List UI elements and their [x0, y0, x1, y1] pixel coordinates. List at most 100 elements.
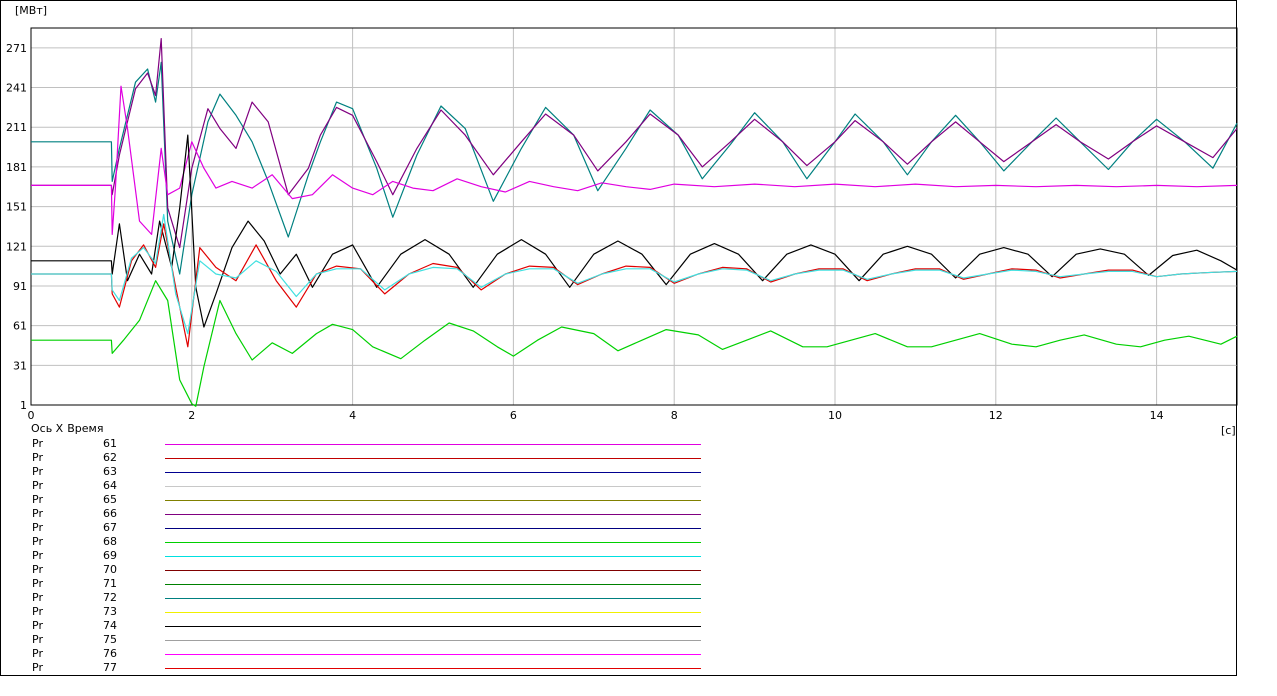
- legend-axis-label: Ось X: [31, 422, 64, 435]
- y-tick-label: 181: [6, 161, 27, 174]
- x-tick-label: 4: [349, 409, 356, 422]
- legend-item-var: Pr: [32, 633, 43, 646]
- legend-item-var: Pr: [32, 507, 43, 520]
- legend-item: Pr 62: [0, 451, 720, 465]
- legend-item-swatch: [165, 626, 701, 627]
- legend-item: Pr 64: [0, 479, 720, 493]
- legend-item-number: 63: [103, 465, 117, 478]
- legend-item-swatch: [165, 584, 701, 585]
- legend-item-number: 65: [103, 493, 117, 506]
- legend-item-var: Pr: [32, 465, 43, 478]
- legend-item-number: 69: [103, 549, 117, 562]
- legend-item-swatch: [165, 458, 701, 459]
- series-line: [31, 134, 1238, 328]
- legend-item-var: Pr: [32, 605, 43, 618]
- legend-item-swatch: [165, 612, 701, 613]
- legend-item-var: Pr: [32, 563, 43, 576]
- legend-item-number: 67: [103, 521, 117, 534]
- y-tick-label: 31: [13, 359, 27, 372]
- y-tick-labels: 271 241 211 181 151 121 91 61 31 1: [6, 42, 27, 412]
- legend-item-var: Pr: [32, 661, 43, 674]
- legend-item-var: Pr: [32, 549, 43, 562]
- legend-item-swatch: [165, 654, 701, 655]
- y-tick-label: 241: [6, 82, 27, 95]
- legend-item: Pr 65: [0, 493, 720, 507]
- x-tick-label: 12: [989, 409, 1003, 422]
- legend-item-swatch: [165, 570, 701, 571]
- legend-item-swatch: [165, 668, 701, 669]
- legend-item-swatch: [165, 598, 701, 599]
- legend-item-swatch: [165, 444, 701, 445]
- legend-item-number: 73: [103, 605, 117, 618]
- legend-item-swatch: [165, 500, 701, 501]
- y-tick-label: 121: [6, 240, 27, 253]
- legend-item: Pr 63: [0, 465, 720, 479]
- legend-item: Pr 69: [0, 549, 720, 563]
- legend-item-var: Pr: [32, 479, 43, 492]
- y-tick-label: 271: [6, 42, 27, 55]
- series-layer: [31, 37, 1238, 407]
- y-axis-label: [МВт]: [15, 4, 47, 17]
- legend-item-var: Pr: [32, 591, 43, 604]
- legend-item: Pr 77: [0, 661, 720, 675]
- legend-item: Pr 74: [0, 619, 720, 633]
- legend-item-number: 62: [103, 451, 117, 464]
- y-tick-label: 211: [6, 121, 27, 134]
- legend-item-swatch: [165, 472, 701, 473]
- series-line: [31, 213, 1238, 335]
- x-tick-label: 6: [510, 409, 517, 422]
- legend-item-number: 72: [103, 591, 117, 604]
- y-tick-label: 91: [13, 280, 27, 293]
- legend-item-number: 71: [103, 577, 117, 590]
- legend-item-var: Pr: [32, 647, 43, 660]
- legend-header: Ось X Время: [31, 422, 107, 436]
- legend-item-swatch: [165, 542, 701, 543]
- legend-item-number: 77: [103, 661, 117, 674]
- x-tick-label: 14: [1150, 409, 1164, 422]
- legend-item: Pr 61: [0, 437, 720, 451]
- x-tick-label: 8: [671, 409, 678, 422]
- x-tick-label: 2: [188, 409, 195, 422]
- y-tick-label: 61: [13, 320, 27, 333]
- legend-item-var: Pr: [32, 493, 43, 506]
- legend-item: Pr 70: [0, 563, 720, 577]
- series-line: [31, 223, 1238, 348]
- y-tick-label: 1: [20, 399, 27, 412]
- legend-item: Pr 67: [0, 521, 720, 535]
- legend-item: Pr 75: [0, 633, 720, 647]
- legend-item-number: 76: [103, 647, 117, 660]
- series-line: [31, 61, 1238, 275]
- plot-area-border: [30, 27, 1238, 406]
- legend-item-number: 75: [103, 633, 117, 646]
- legend-item: Pr 73: [0, 605, 720, 619]
- legend-item-swatch: [165, 556, 701, 557]
- legend-item-var: Pr: [32, 535, 43, 548]
- legend-item-var: Pr: [32, 451, 43, 464]
- legend-item-var: Pr: [32, 577, 43, 590]
- series-line: [31, 85, 1238, 235]
- legend-item-number: 64: [103, 479, 117, 492]
- y-tick-label: 151: [6, 201, 27, 214]
- x-axis-label: [с]: [1221, 424, 1236, 437]
- legend-item: Pr 72: [0, 591, 720, 605]
- legend-item-swatch: [165, 486, 701, 487]
- legend-item-var: Pr: [32, 619, 43, 632]
- legend-axis-name: Время: [67, 422, 104, 435]
- legend-item-var: Pr: [32, 437, 43, 450]
- legend-item-number: 70: [103, 563, 117, 576]
- legend-item: Pr 71: [0, 577, 720, 591]
- legend-item: Pr 66: [0, 507, 720, 521]
- legend-item-number: 66: [103, 507, 117, 520]
- x-tick-label: 10: [828, 409, 842, 422]
- legend-item-number: 68: [103, 535, 117, 548]
- legend-item-var: Pr: [32, 521, 43, 534]
- legend-item: Pr 76: [0, 647, 720, 661]
- grid: [31, 28, 1237, 406]
- series-line: [31, 280, 1238, 407]
- legend-item-swatch: [165, 514, 701, 515]
- x-tick-labels: 0 2 4 6 8 10 12 14: [28, 409, 1164, 422]
- x-tick-label: 0: [28, 409, 35, 422]
- legend-item-swatch: [165, 640, 701, 641]
- legend-item-swatch: [165, 528, 701, 529]
- legend-item: Pr 68: [0, 535, 720, 549]
